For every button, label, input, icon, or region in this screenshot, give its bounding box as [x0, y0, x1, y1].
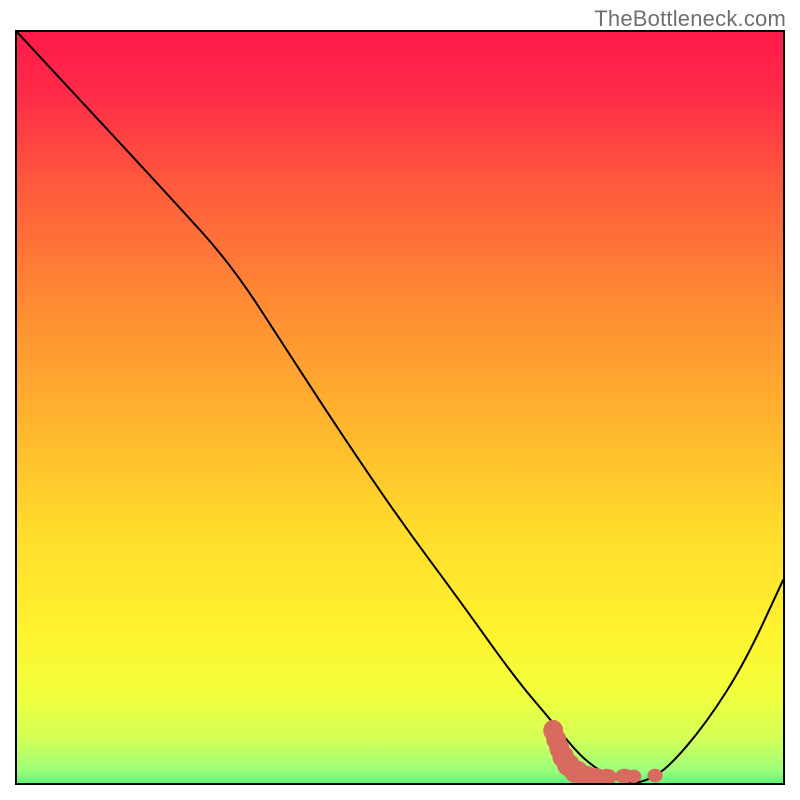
watermark-text: TheBottleneck.com	[594, 6, 786, 32]
marker-cluster	[543, 720, 662, 783]
plot-area	[15, 30, 785, 785]
line-curve	[17, 32, 783, 783]
curve-path	[17, 32, 783, 782]
figure-root: TheBottleneck.com	[0, 0, 800, 800]
